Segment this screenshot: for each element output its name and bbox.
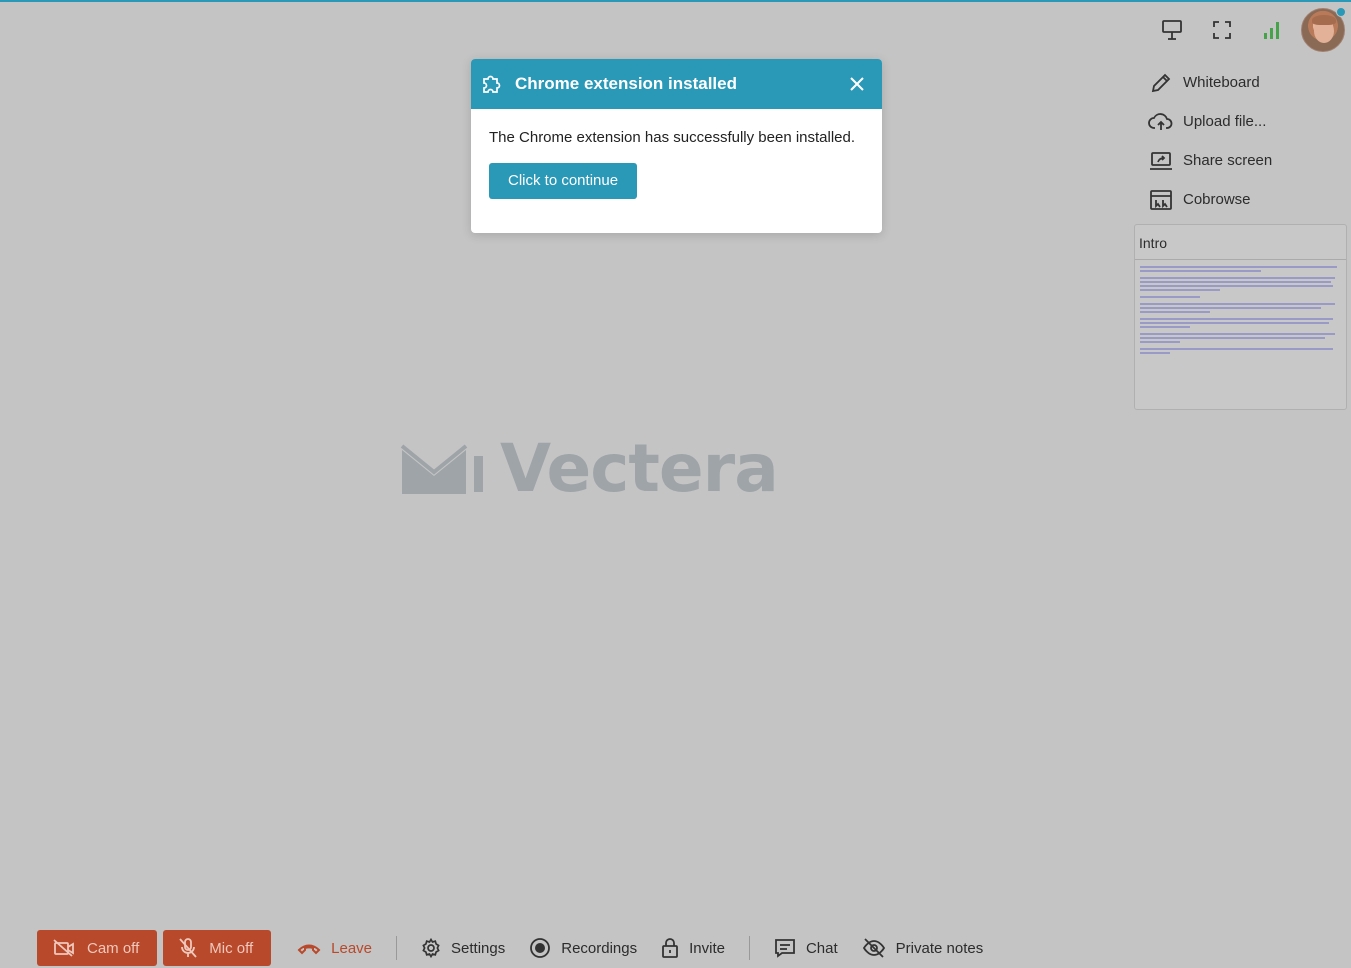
document-preview xyxy=(1135,260,1346,362)
side-item-label: Share screen xyxy=(1183,152,1273,169)
settings-button[interactable]: Settings xyxy=(409,930,517,966)
cam-off-button[interactable]: Cam off xyxy=(37,930,158,966)
cloud-upload-icon xyxy=(1148,112,1173,130)
leave-label: Leave xyxy=(331,939,373,957)
mic-off-label: Mic off xyxy=(209,939,254,957)
vectera-logo-icon xyxy=(400,443,483,494)
fullscreen-icon xyxy=(1213,21,1231,39)
gear-icon xyxy=(422,938,440,958)
side-item-share-screen[interactable]: Share screen xyxy=(1134,141,1347,180)
signal-bars-icon xyxy=(1264,22,1279,39)
dialog-title: Chrome extension installed xyxy=(515,74,737,93)
side-item-label: Cobrowse xyxy=(1183,191,1251,208)
lock-icon xyxy=(662,938,679,958)
document-title: Intro xyxy=(1135,225,1346,260)
mic-off-icon xyxy=(179,938,197,958)
private-notes-button[interactable]: Private notes xyxy=(850,930,996,966)
close-icon xyxy=(850,77,864,91)
side-item-whiteboard[interactable]: Whiteboard xyxy=(1134,63,1347,102)
settings-label: Settings xyxy=(451,939,506,957)
invite-button[interactable]: Invite xyxy=(649,930,737,966)
top-toolbar xyxy=(1147,7,1346,52)
record-icon xyxy=(530,938,551,958)
cobrowse-icon xyxy=(1150,189,1172,210)
side-menu: Whiteboard Upload file... Share screen C… xyxy=(1134,63,1347,219)
continue-button[interactable]: Click to continue xyxy=(489,163,638,199)
dialog-header: Chrome extension installed xyxy=(471,59,882,109)
connection-quality-button[interactable] xyxy=(1247,8,1297,52)
share-screen-icon xyxy=(1150,151,1172,170)
vectera-logo: Vectera xyxy=(400,430,779,507)
cam-off-label: Cam off xyxy=(87,939,140,957)
leave-button[interactable]: Leave xyxy=(285,930,384,966)
bottom-toolbar: Cam off Mic off Leave Settings Recording… xyxy=(37,930,995,966)
chat-icon xyxy=(775,939,795,958)
dialog-message: The Chrome extension has successfully be… xyxy=(489,129,856,146)
hang-up-icon xyxy=(297,944,321,955)
side-item-label: Upload file... xyxy=(1183,113,1267,130)
avatar-wrapper[interactable] xyxy=(1297,7,1346,52)
top-accent-bar xyxy=(0,0,1351,2)
eye-off-icon xyxy=(862,938,885,958)
dialog-close-button[interactable] xyxy=(844,71,870,97)
pencil-icon xyxy=(1151,73,1171,92)
toolbar-divider xyxy=(748,936,750,960)
presentation-icon xyxy=(1162,20,1182,40)
document-card[interactable]: Intro xyxy=(1134,224,1347,410)
status-dot xyxy=(1336,7,1346,17)
camera-off-icon xyxy=(53,939,74,957)
presentation-button[interactable] xyxy=(1147,8,1197,52)
recordings-label: Recordings xyxy=(561,939,638,957)
chat-button[interactable]: Chat xyxy=(762,930,850,966)
side-item-cobrowse[interactable]: Cobrowse xyxy=(1134,180,1347,219)
invite-label: Invite xyxy=(689,939,725,957)
side-item-upload-file[interactable]: Upload file... xyxy=(1134,102,1347,141)
fullscreen-button[interactable] xyxy=(1197,8,1247,52)
side-item-label: Whiteboard xyxy=(1183,74,1260,91)
recordings-button[interactable]: Recordings xyxy=(517,930,649,966)
private-notes-label: Private notes xyxy=(895,939,984,957)
chat-label: Chat xyxy=(805,939,838,957)
dialog-body: The Chrome extension has successfully be… xyxy=(471,109,882,219)
puzzle-piece-icon xyxy=(483,75,501,93)
toolbar-divider xyxy=(396,936,398,960)
mic-off-button[interactable]: Mic off xyxy=(163,930,272,966)
logo-text: Vectera xyxy=(500,430,779,507)
extension-installed-dialog: Chrome extension installed The Chrome ex… xyxy=(471,59,882,233)
